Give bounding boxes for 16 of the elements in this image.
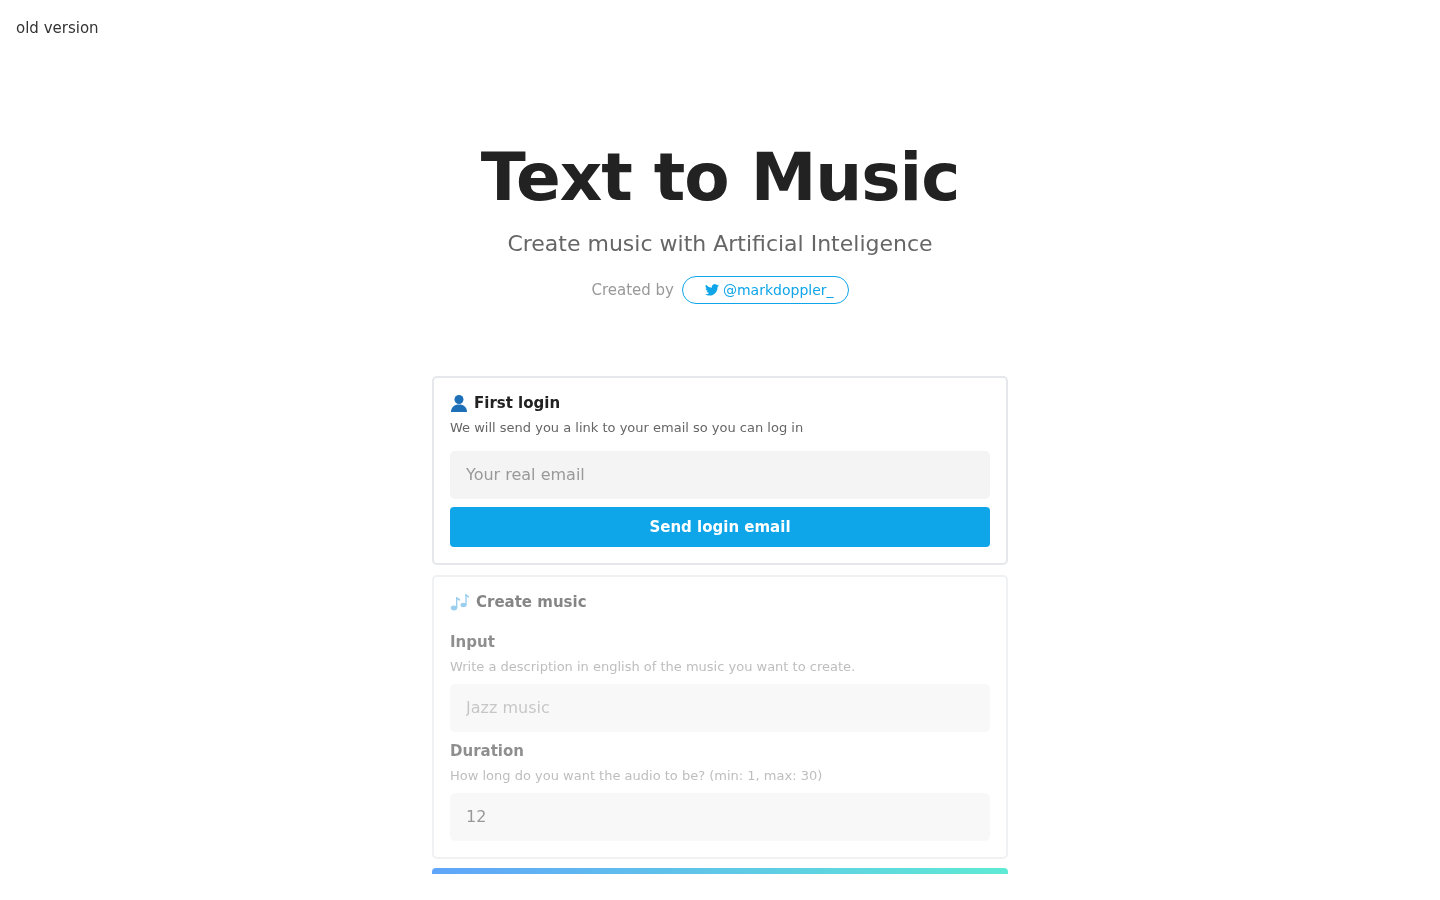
old-version-link[interactable]: old version [16, 19, 99, 37]
card-title: First login [474, 393, 561, 412]
music-notes-icon [450, 592, 470, 611]
field-label: Duration [450, 741, 525, 760]
user-icon [450, 393, 468, 412]
send-login-button[interactable]: Send login email [450, 506, 990, 547]
card-description: We will send you a link to your email so you can log in [450, 419, 805, 435]
field-hint: Write a description in english of the music you want to create. [450, 658, 857, 674]
credit-label: Created by [591, 280, 674, 299]
field-hint: How long do you want the audio to be? (min: 1, max: 30) [450, 767, 824, 783]
card-title: Create music [476, 592, 587, 611]
page-title: Text to Music [480, 142, 960, 215]
email-field[interactable]: Your real email [450, 450, 990, 499]
subtitle: Create music with Artificial Inteligence [507, 230, 933, 256]
field-label: Input [450, 632, 496, 651]
bird-icon [704, 283, 719, 296]
